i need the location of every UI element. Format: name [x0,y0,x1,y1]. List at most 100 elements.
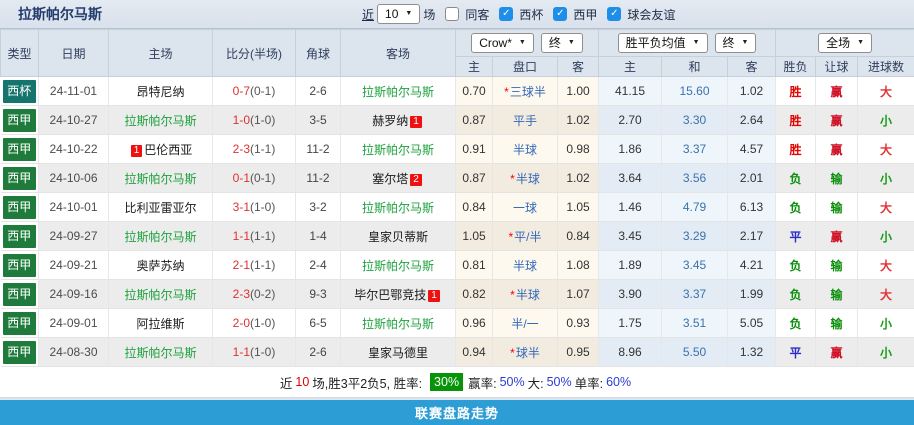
recent-link[interactable]: 近 [362,6,374,23]
col-result-wl: 胜负 [776,57,816,77]
league-badge: 西甲 [3,341,37,364]
cell-score: 2-0(1-0) [213,309,296,338]
home-team-link[interactable]: 奥萨苏纳 [136,259,184,273]
cell-corners: 11-2 [296,135,341,164]
title-bar: 拉斯帕尔马斯 近 10 场 同客 西杯 西甲 球会友谊 [0,0,914,29]
col-home: 主场 [109,30,213,77]
league-badge: 西甲 [3,312,37,335]
copa-label: 西杯 [519,6,543,23]
cover-label: 赢率: [468,373,496,392]
cell-home-team: 拉斯帕尔马斯 [109,280,213,309]
cell-type: 西甲 [1,222,39,251]
cell-avg-draw: 3.29 [662,222,728,251]
cell-score: 2-3(0-2) [213,280,296,309]
home-team-link[interactable]: 拉斯帕尔马斯 [124,230,196,244]
halftime-score: (0-1) [250,84,275,98]
cell-avg-draw: 3.51 [662,309,728,338]
cell-away-team: 赫罗纳1 [341,106,456,135]
cell-home-team: 拉斯帕尔马斯 [109,106,213,135]
cell-home-odds: 0.91 [456,135,493,164]
recent-count-select[interactable]: 10 [377,4,420,24]
cell-avg-draw: 3.45 [662,251,728,280]
copa-checkbox[interactable] [499,7,513,21]
col-handicap: 盘口 [493,57,558,77]
home-team-link[interactable]: 拉斯帕尔马斯 [124,346,196,360]
cell-date: 24-10-06 [39,164,109,193]
halftime-score: (1-0) [250,113,275,127]
away-team-link[interactable]: 拉斯帕尔马斯 [362,201,434,215]
home-team-link[interactable]: 巴伦西亚 [144,143,192,157]
cell-avg-home: 41.15 [599,77,662,106]
table-row: 西甲 24-09-21 奥萨苏纳 2-1(1-1) 2-4 拉斯帕尔马斯 0.8… [1,251,914,280]
home-team-link[interactable]: 拉斯帕尔马斯 [124,288,196,302]
cell-avg-away: 2.64 [728,106,776,135]
filter-bar: 近 10 场 同客 西杯 西甲 球会友谊 [362,0,675,28]
home-team-link[interactable]: 比利亚雷亚尔 [124,201,196,215]
league-badge: 西杯 [3,80,37,103]
fulltime-score: 0-7 [233,84,250,98]
cell-date: 24-10-01 [39,193,109,222]
away-team-link[interactable]: 拉斯帕尔马斯 [362,259,434,273]
cell-home-odds: 0.87 [456,164,493,193]
away-team-link[interactable]: 拉斯帕尔马斯 [362,143,434,157]
friendly-label: 球会友谊 [627,6,675,23]
cell-corners: 2-6 [296,338,341,367]
cell-avg-home: 1.86 [599,135,662,164]
rank-badge: 1 [410,116,422,128]
fulltime-score: 1-0 [233,113,250,127]
cell-home-team: 比利亚雷亚尔 [109,193,213,222]
home-team-link[interactable]: 拉斯帕尔马斯 [124,172,196,186]
away-team-link[interactable]: 毕尔巴鄂竞技 [354,288,426,302]
home-team-link[interactable]: 阿拉维斯 [136,317,184,331]
away-team-link[interactable]: 拉斯帕尔马斯 [362,317,434,331]
cell-away-team: 拉斯帕尔马斯 [341,135,456,164]
cell-home-odds: 0.82 [456,280,493,309]
handicap-value: 半球 [516,288,540,302]
laliga-checkbox[interactable] [553,7,567,21]
cell-result-handicap: 赢 [816,77,858,106]
cell-home-team: 1巴伦西亚 [109,135,213,164]
home-team-link[interactable]: 昂特尼纳 [136,85,184,99]
cell-away-team: 皇家贝蒂斯 [341,222,456,251]
handicap-value: 平手 [513,114,537,128]
col-result-goals: 进球数 [858,57,914,77]
cell-away-team: 拉斯帕尔马斯 [341,251,456,280]
league-badge: 西甲 [3,109,37,132]
bookmaker-select[interactable]: Crow* [471,33,534,53]
handicap-value: 平/半 [514,230,541,244]
win-rate-badge: 30% [430,373,463,391]
col-date: 日期 [39,30,109,77]
friendly-checkbox[interactable] [607,7,621,21]
cell-avg-home: 3.64 [599,164,662,193]
away-team-link[interactable]: 皇家贝蒂斯 [368,230,428,244]
away-team-link[interactable]: 皇家马德里 [368,346,428,360]
cell-result-handicap: 赢 [816,222,858,251]
odds-stage-select[interactable]: 终 [541,33,583,53]
match-history-panel: 拉斯帕尔马斯 近 10 场 同客 西杯 西甲 球会友谊 类型 日期 [0,0,914,403]
cell-avg-home: 3.45 [599,222,662,251]
cell-home-odds: 0.81 [456,251,493,280]
col-score: 比分(半场) [213,30,296,77]
away-team-link[interactable]: 塞尔塔 [372,172,408,186]
avg-stage-select[interactable]: 终 [715,33,757,53]
cell-result-wl: 平 [776,222,816,251]
cell-home-team: 拉斯帕尔马斯 [109,222,213,251]
fulltime-score: 1-1 [233,345,250,359]
avg-odds-select[interactable]: 胜平负均值 [618,33,708,53]
away-team-link[interactable]: 拉斯帕尔马斯 [362,85,434,99]
cell-result-goals: 大 [858,251,914,280]
cell-handicap: 半/一 [493,309,558,338]
cell-corners: 2-4 [296,251,341,280]
cell-avg-away: 6.13 [728,193,776,222]
home-team-link[interactable]: 拉斯帕尔马斯 [124,114,196,128]
fulltime-score: 0-1 [233,171,250,185]
scope-select[interactable]: 全场 [818,33,872,53]
cell-avg-home: 1.89 [599,251,662,280]
same-away-checkbox[interactable] [445,7,459,21]
away-team-link[interactable]: 赫罗纳 [372,114,408,128]
halftime-score: (1-1) [250,258,275,272]
cell-avg-away: 4.57 [728,135,776,164]
cell-avg-home: 1.75 [599,309,662,338]
cell-away-team: 毕尔巴鄂竞技1 [341,280,456,309]
cell-away-team: 塞尔塔2 [341,164,456,193]
